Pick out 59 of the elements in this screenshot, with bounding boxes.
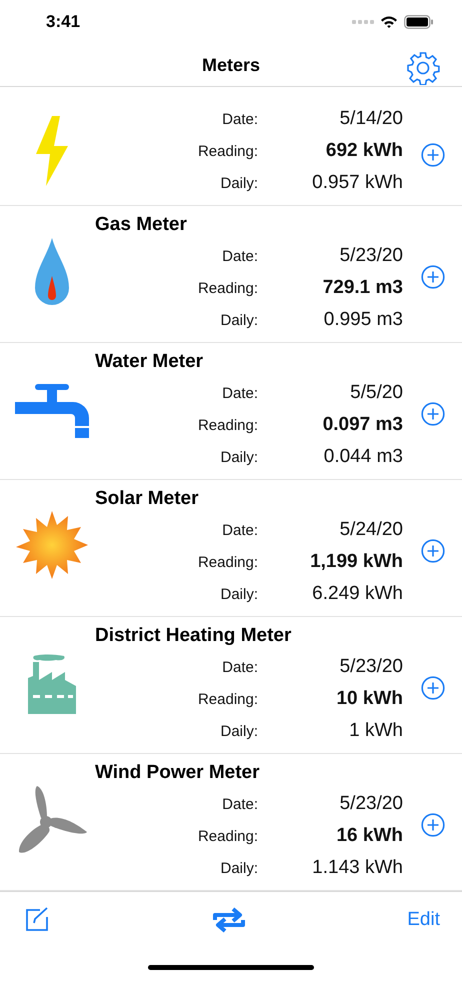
date-value: 5/24/20 [338, 519, 403, 542]
reading-value: 10 kWh [335, 688, 403, 710]
daily-value: 0.995 m3 [322, 309, 403, 332]
factory-icon [28, 654, 76, 714]
reading-label: Reading: [196, 554, 258, 571]
add-icon[interactable] [421, 265, 445, 290]
date-label: Date: [221, 384, 258, 402]
edit-button[interactable]: Edit [407, 908, 440, 931]
reading-label: Reading: [196, 416, 258, 434]
date-label: Date: [221, 248, 258, 265]
add-icon[interactable] [421, 402, 445, 426]
daily-label: Daily: [219, 860, 258, 877]
add-icon[interactable] [421, 676, 445, 700]
meter-name: District Heating Meter [95, 624, 292, 648]
daily-label: Daily: [219, 586, 258, 603]
daily-label: Daily: [219, 722, 258, 740]
reading-label: Reading: [196, 828, 258, 845]
date-label: Date: [221, 796, 258, 813]
daily-value: 0.044 m3 [322, 446, 403, 468]
date-value: 5/23/20 [338, 793, 403, 816]
battery-icon [404, 15, 434, 29]
date-value: 5/23/20 [338, 245, 403, 268]
reading-label: Reading: [196, 690, 258, 708]
daily-label: Daily: [219, 448, 258, 466]
add-icon[interactable] [421, 813, 445, 838]
date-value: 5/5/20 [349, 382, 403, 404]
date-value: 5/14/20 [338, 108, 403, 130]
date-label: Date: [221, 522, 258, 539]
reading-value: 729.1 m3 [322, 277, 403, 300]
compose-icon[interactable] [24, 906, 50, 933]
nav-title: Meters [202, 54, 260, 76]
meter-name: Gas Meter [95, 213, 188, 238]
daily-value: 1 kWh [348, 720, 403, 742]
signal-icon [352, 19, 374, 25]
reading-value: 1,199 kWh [309, 551, 403, 574]
add-icon[interactable] [421, 539, 445, 564]
reading-value: 0.097 m3 [322, 414, 403, 436]
settings-icon[interactable] [406, 51, 440, 85]
meter-name: Solar Meter [95, 487, 200, 512]
date-value: 5/23/20 [338, 656, 403, 678]
reading-value: 692 kWh [324, 140, 403, 162]
reading-label: Reading: [196, 142, 258, 160]
meter-name: Wind Power Meter [95, 761, 261, 786]
lightning-icon [36, 116, 68, 186]
meter-name: Water Meter [95, 350, 204, 374]
reading-label: Reading: [196, 280, 258, 297]
daily-value: 6.249 kWh [311, 583, 403, 606]
daily-value: 1.143 kWh [311, 857, 403, 880]
daily-label: Daily: [219, 312, 258, 329]
date-label: Date: [221, 658, 258, 676]
daily-label: Daily: [219, 174, 258, 192]
date-label: Date: [221, 110, 258, 128]
reading-value: 16 kWh [335, 825, 403, 848]
wifi-icon [380, 15, 398, 29]
swap-arrows-icon[interactable] [212, 906, 245, 934]
status-time: 3:41 [46, 12, 80, 32]
faucet-icon [14, 382, 88, 438]
daily-value: 0.957 kWh [311, 172, 403, 194]
add-icon[interactable] [421, 143, 445, 168]
